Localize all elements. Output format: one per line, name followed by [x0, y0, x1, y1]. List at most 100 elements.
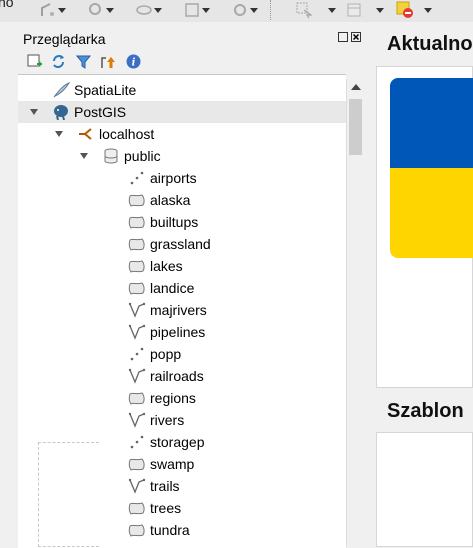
tree-item-label: majrivers	[150, 302, 207, 318]
panel-splitter[interactable]	[364, 22, 374, 547]
tree-item-lakes[interactable]: lakes	[18, 255, 346, 277]
tree-item-label: popp	[150, 346, 182, 362]
add-layer-icon[interactable]	[27, 54, 42, 69]
expand-arrow-icon[interactable]	[80, 153, 88, 159]
polygon-layer-icon	[128, 390, 146, 406]
tree-item-label: regions	[150, 390, 196, 406]
elephant-icon	[52, 104, 70, 121]
polygon-layer-icon	[128, 280, 146, 296]
tree-item-airports[interactable]: airports	[18, 167, 346, 189]
tree-item-label: SpatiaLite	[74, 82, 137, 98]
clipped-toolbar-text: no	[0, 0, 14, 10]
tree-item-grassland[interactable]: grassland	[18, 233, 346, 255]
tree-item-label: alaska	[150, 192, 191, 208]
tree-item-pipelines[interactable]: pipelines	[18, 321, 346, 343]
section-heading-templates: Szablon	[387, 400, 464, 422]
connection-icon	[77, 126, 95, 142]
browser-toolbar: i	[18, 52, 364, 72]
close-icon[interactable]	[351, 32, 361, 42]
project-thumbnail[interactable]	[390, 78, 473, 258]
tree-item-label: builtups	[150, 214, 199, 230]
flag-blue-band	[390, 78, 473, 168]
polygon-layer-icon	[128, 192, 146, 208]
tree-item-label: pipelines	[150, 324, 206, 340]
tree-item-label: trees	[150, 500, 182, 516]
gear-icon[interactable]	[232, 2, 248, 18]
deselect-icon[interactable]	[396, 1, 414, 19]
tree-item-label: rivers	[150, 412, 185, 428]
refresh-icon[interactable]	[51, 54, 66, 69]
toolbar-separator	[270, 0, 272, 20]
expand-arrow-icon[interactable]	[55, 131, 63, 137]
tree-item-label: localhost	[99, 126, 155, 142]
tree-item-label: storagep	[150, 434, 205, 450]
point-layer-icon	[128, 434, 146, 450]
template-thumbnail[interactable]	[38, 442, 99, 547]
chevron-down-icon[interactable]	[106, 8, 114, 13]
tree-item-rivers[interactable]: rivers	[18, 409, 346, 431]
line-layer-icon	[128, 368, 146, 384]
collapse-all-icon[interactable]	[100, 54, 115, 69]
select-icon[interactable]	[296, 2, 312, 18]
attribute-table-icon[interactable]	[346, 2, 362, 18]
chevron-down-icon[interactable]	[424, 8, 432, 13]
database-schema-icon	[102, 148, 120, 164]
chevron-down-icon[interactable]	[250, 8, 258, 13]
tree-item-label: grassland	[150, 236, 211, 252]
select-features-icon[interactable]	[184, 2, 200, 18]
flag-yellow-band	[390, 168, 473, 258]
tree-item-builtups[interactable]: builtups	[18, 211, 346, 233]
polygon-layer-icon	[128, 456, 146, 472]
feather-icon	[52, 81, 71, 98]
panel-title: Przeglądarka	[23, 31, 106, 47]
section-heading-recent: Aktualno	[387, 33, 473, 55]
tree-item-label: airports	[150, 170, 197, 186]
point-layer-icon	[128, 170, 146, 186]
scrollbar-thumb[interactable]	[349, 99, 362, 155]
line-layer-icon	[128, 324, 146, 340]
line-layer-icon	[128, 302, 146, 318]
tree-item-label: landice	[150, 280, 195, 296]
chevron-down-icon[interactable]	[202, 8, 210, 13]
right-panel: Aktualno Szablon	[374, 22, 473, 547]
templates-list[interactable]	[376, 432, 473, 547]
float-panel-icon[interactable]	[338, 32, 348, 42]
line-layer-icon	[128, 478, 146, 494]
tree-item-label: swamp	[150, 456, 195, 472]
polygon-layer-icon	[128, 236, 146, 252]
identify-icon[interactable]	[88, 2, 104, 18]
tree-item-popp[interactable]: popp	[18, 343, 346, 365]
tree-item-regions[interactable]: regions	[18, 387, 346, 409]
tree-item-postgis[interactable]: PostGIS	[18, 101, 346, 123]
tree-item-localhost[interactable]: localhost	[18, 123, 346, 145]
tree-item-label: lakes	[150, 258, 183, 274]
scroll-up-icon[interactable]	[351, 84, 361, 90]
tree-item-alaska[interactable]: alaska	[18, 189, 346, 211]
point-layer-icon	[128, 346, 146, 362]
expand-arrow-icon[interactable]	[30, 109, 38, 115]
tree-item-label: trails	[150, 478, 180, 494]
tree-item-spatialite[interactable]: SpatiaLite	[18, 79, 346, 101]
main-toolbar: no	[0, 0, 473, 22]
digitize-icon[interactable]	[40, 2, 56, 18]
chevron-down-icon[interactable]	[376, 8, 384, 13]
line-layer-icon	[128, 412, 146, 428]
tree-item-public[interactable]: public	[18, 145, 346, 167]
tree-item-majrivers[interactable]: majrivers	[18, 299, 346, 321]
tree-item-landice[interactable]: landice	[18, 277, 346, 299]
info-icon[interactable]: i	[126, 54, 141, 69]
tree-item-label: tundra	[150, 522, 190, 538]
left-dock-strip	[0, 22, 18, 547]
tree-item-railroads[interactable]: railroads	[18, 365, 346, 387]
chevron-down-icon[interactable]	[328, 8, 336, 13]
filter-icon[interactable]	[76, 54, 91, 69]
polygon-layer-icon	[128, 258, 146, 274]
chevron-down-icon[interactable]	[154, 8, 162, 13]
polygon-layer-icon	[128, 522, 146, 538]
tree-item-label: railroads	[150, 368, 204, 384]
tree-item-label: PostGIS	[74, 104, 127, 120]
tree-item-label: public	[124, 148, 161, 164]
vertical-scrollbar[interactable]	[346, 79, 364, 547]
chevron-down-icon[interactable]	[58, 8, 66, 13]
eye-icon[interactable]	[136, 2, 152, 18]
